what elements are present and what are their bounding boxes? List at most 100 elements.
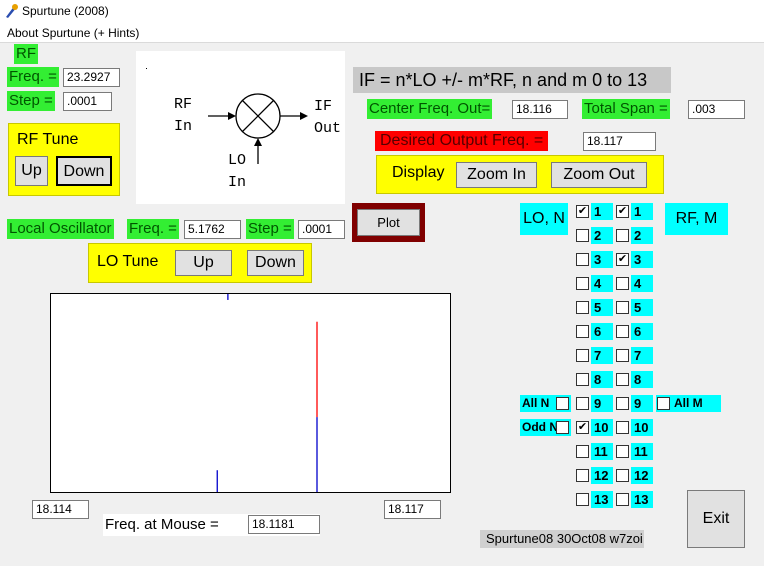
rf-m-number-3: 3 (631, 251, 653, 268)
title-bar (0, 0, 764, 23)
rf-m-checkbox-2[interactable] (616, 229, 629, 242)
rf-m-checkbox-8[interactable] (616, 373, 629, 386)
rf-m-number-13: 13 (631, 491, 653, 508)
lo-up-button[interactable]: Up (175, 250, 232, 276)
app-icon (6, 4, 18, 18)
lo-n-checkbox-12[interactable] (576, 469, 589, 482)
rf-up-button[interactable]: Up (15, 156, 48, 186)
rf-in-label-1: RF (174, 96, 193, 113)
lo-n-checkbox-7[interactable] (576, 349, 589, 362)
rf-m-checkbox-3[interactable]: ✔ (616, 253, 629, 266)
rf-step-input[interactable]: .0001 (63, 92, 112, 111)
rf-m-checkbox-1[interactable]: ✔ (616, 205, 629, 218)
display-label: Display (392, 164, 445, 181)
lo-n-number-2: 2 (591, 227, 613, 244)
formula-banner: IF = n*LO +/- m*RF, n and m 0 to 13 (353, 67, 671, 93)
rf-m-number-11: 11 (631, 443, 653, 460)
lo-n-checkbox-11[interactable] (576, 445, 589, 458)
plot-button[interactable]: Plot (357, 209, 420, 236)
rf-m-number-6: 6 (631, 323, 653, 340)
lo-n-checkbox-2[interactable] (576, 229, 589, 242)
rf-in-label-2: In (174, 118, 193, 135)
lo-in-label-2: In (228, 174, 247, 191)
mouse-freq-label: Freq. at Mouse = (105, 516, 219, 533)
lo-n-checkbox-13[interactable] (576, 493, 589, 506)
rf-m-number-9: 9 (631, 395, 653, 412)
rf-m-checkbox-7[interactable] (616, 349, 629, 362)
mixer-diagram: RF In IF Out LO In (136, 51, 345, 204)
exit-button[interactable]: Exit (687, 490, 745, 548)
lo-n-number-8: 8 (591, 371, 613, 388)
version-label: Spurtune08 30Oct08 w7zoi (480, 530, 644, 548)
rf-m-checkbox-9[interactable] (616, 397, 629, 410)
rf-m-checkbox-5[interactable] (616, 301, 629, 314)
all-m-checkbox[interactable] (657, 397, 670, 410)
rf-m-heading: RF, M (665, 203, 728, 235)
rf-m-number-7: 7 (631, 347, 653, 364)
desired-output-input[interactable]: 18.117 (583, 132, 656, 151)
lo-n-number-7: 7 (591, 347, 613, 364)
lo-n-number-9: 9 (591, 395, 613, 412)
rf-m-checkbox-6[interactable] (616, 325, 629, 338)
all-m-label: All M (674, 396, 703, 410)
axis-left-value: 18.114 (32, 500, 89, 519)
rf-m-number-12: 12 (631, 467, 653, 484)
rf-down-button[interactable]: Down (56, 156, 112, 186)
lo-n-checkbox-9[interactable] (576, 397, 589, 410)
total-span-label: Total Span = (582, 99, 670, 119)
rf-m-number-1: 1 (631, 203, 653, 220)
lo-step-label: Step = (246, 219, 294, 239)
rf-heading: RF (14, 44, 38, 64)
lo-n-checkbox-5[interactable] (576, 301, 589, 314)
lo-down-button[interactable]: Down (247, 250, 304, 276)
lo-freq-input[interactable]: 5.1762 (184, 220, 241, 239)
lo-n-number-6: 6 (591, 323, 613, 340)
center-freq-label: Center Freq. Out= (367, 99, 493, 119)
lo-label: Local Oscillator (7, 219, 114, 239)
rf-m-number-4: 4 (631, 275, 653, 292)
desired-output-label: Desired Output Freq. = (375, 131, 549, 151)
if-out-label-2: Out (314, 120, 342, 137)
lo-n-heading: LO, N (520, 203, 568, 235)
lo-n-checkbox-8[interactable] (576, 373, 589, 386)
mouse-freq-value: 18.1181 (248, 515, 320, 534)
rf-m-checkbox-4[interactable] (616, 277, 629, 290)
center-freq-input[interactable]: 18.116 (512, 100, 568, 119)
all-n-checkbox[interactable] (556, 397, 569, 410)
lo-n-checkbox-10[interactable]: ✔ (576, 421, 589, 434)
rf-m-number-2: 2 (631, 227, 653, 244)
axis-right-value: 18.117 (384, 500, 441, 519)
lo-freq-label: Freq. = (127, 219, 179, 239)
lo-n-checkbox-4[interactable] (576, 277, 589, 290)
rf-tune-title: RF Tune (17, 131, 79, 148)
zoom-in-button[interactable]: Zoom In (456, 162, 537, 188)
lo-in-label-1: LO (228, 152, 247, 169)
lo-n-number-12: 12 (591, 467, 613, 484)
lo-step-input[interactable]: .0001 (298, 220, 345, 239)
zoom-out-button[interactable]: Zoom Out (551, 162, 647, 188)
menu-about[interactable]: About Spurtune (+ Hints) (7, 26, 139, 40)
lo-n-checkbox-6[interactable] (576, 325, 589, 338)
spectrum-plot[interactable] (50, 293, 451, 493)
rf-m-number-10: 10 (631, 419, 653, 436)
lo-n-number-1: 1 (591, 203, 613, 220)
lo-n-checkbox-3[interactable] (576, 253, 589, 266)
rf-m-checkbox-11[interactable] (616, 445, 629, 458)
spectrum-lines (216, 294, 318, 492)
lo-n-number-3: 3 (591, 251, 613, 268)
rf-freq-input[interactable]: 23.2927 (63, 68, 120, 87)
rf-step-label: Step = (7, 91, 55, 111)
rf-m-checkbox-13[interactable] (616, 493, 629, 506)
rf-m-number-5: 5 (631, 299, 653, 316)
lo-n-number-5: 5 (591, 299, 613, 316)
rf-m-checkbox-12[interactable] (616, 469, 629, 482)
rf-m-checkbox-10[interactable] (616, 421, 629, 434)
lo-n-checkbox-1[interactable]: ✔ (576, 205, 589, 218)
lo-n-number-4: 4 (591, 275, 613, 292)
lo-n-number-13: 13 (591, 491, 613, 508)
odd-n-checkbox[interactable] (556, 421, 569, 434)
if-out-label-1: IF (314, 98, 333, 115)
total-span-input[interactable]: .003 (688, 100, 745, 119)
lo-tune-title: LO Tune (97, 253, 159, 270)
lo-n-number-10: 10 (591, 419, 613, 436)
